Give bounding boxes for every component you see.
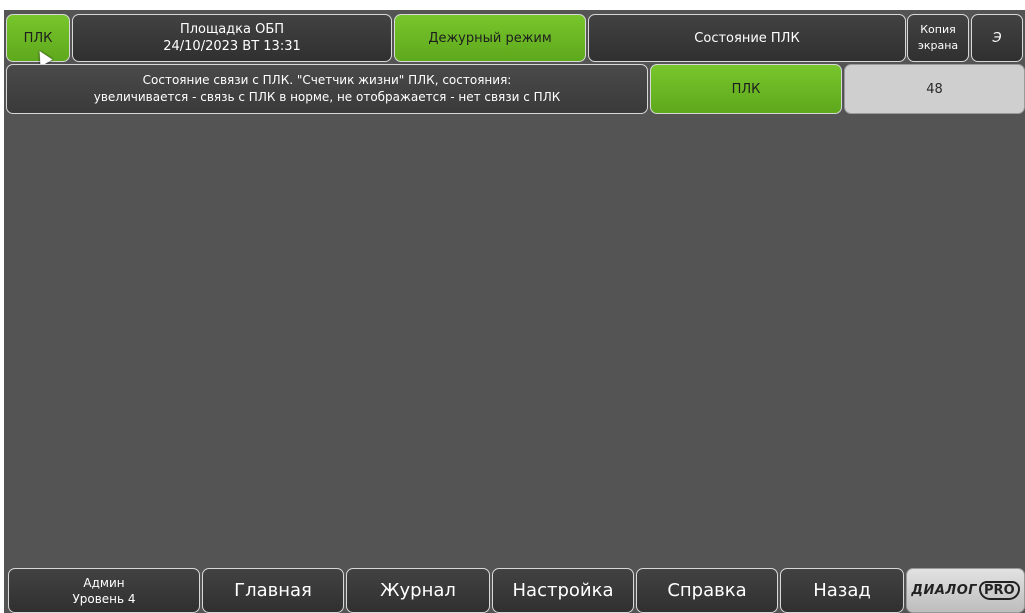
plc-status-description: Состояние связи с ПЛК. "Счетчик жизни" П… <box>6 64 648 114</box>
plc-indicator-label: ПЛК <box>731 81 761 97</box>
nav-journal-label: Журнал <box>380 580 456 601</box>
site-datetime-panel: Площадка ОБП 24/10/2023 ВТ 13:31 <box>72 14 392 62</box>
nav-home-button[interactable]: Главная <box>202 568 344 613</box>
extra-button[interactable]: Э <box>971 14 1023 62</box>
copy-line1: Копия <box>920 23 956 36</box>
logo-pro: PRO <box>979 581 1020 600</box>
screen-copy-button[interactable]: Копия экрана <box>907 14 969 62</box>
nav-back-label: Назад <box>813 580 871 601</box>
nav-help-button[interactable]: Справка <box>636 568 778 613</box>
nav-journal-button[interactable]: Журнал <box>346 568 490 613</box>
life-counter-text: 48 <box>926 81 943 97</box>
nav-settings-button[interactable]: Настройка <box>492 568 634 613</box>
mode-button[interactable]: Дежурный режим <box>394 14 586 62</box>
nav-back-button[interactable]: Назад <box>780 568 904 613</box>
user-name: Админ <box>83 575 125 590</box>
dialog-pro-logo: ДИАЛОГ PRO <box>906 568 1025 613</box>
nav-home-label: Главная <box>234 580 312 601</box>
nav-settings-label: Настройка <box>512 580 614 601</box>
user-panel[interactable]: Админ Уровень 4 <box>8 568 200 613</box>
life-counter-value: 48 <box>844 64 1025 114</box>
extra-button-label: Э <box>992 30 1002 46</box>
site-name: Площадка ОБП <box>179 22 285 37</box>
plc-connection-indicator: ПЛК <box>650 64 842 114</box>
datetime: 24/10/2023 ВТ 13:31 <box>163 39 301 54</box>
screen-title: Состояние ПЛК <box>588 14 906 62</box>
mode-label: Дежурный режим <box>428 30 552 46</box>
plc-button-label: ПЛК <box>23 30 53 46</box>
user-level: Уровень 4 <box>72 591 136 606</box>
copy-line2: экрана <box>917 39 959 52</box>
screen-title-label: Состояние ПЛК <box>694 30 800 46</box>
description-line1: Состояние связи с ПЛК. "Счетчик жизни" П… <box>142 73 512 87</box>
nav-help-label: Справка <box>667 580 747 601</box>
logo-text: ДИАЛОГ <box>911 583 978 598</box>
description-line2: увеличивается - связь с ПЛК в норме, не … <box>93 90 561 104</box>
